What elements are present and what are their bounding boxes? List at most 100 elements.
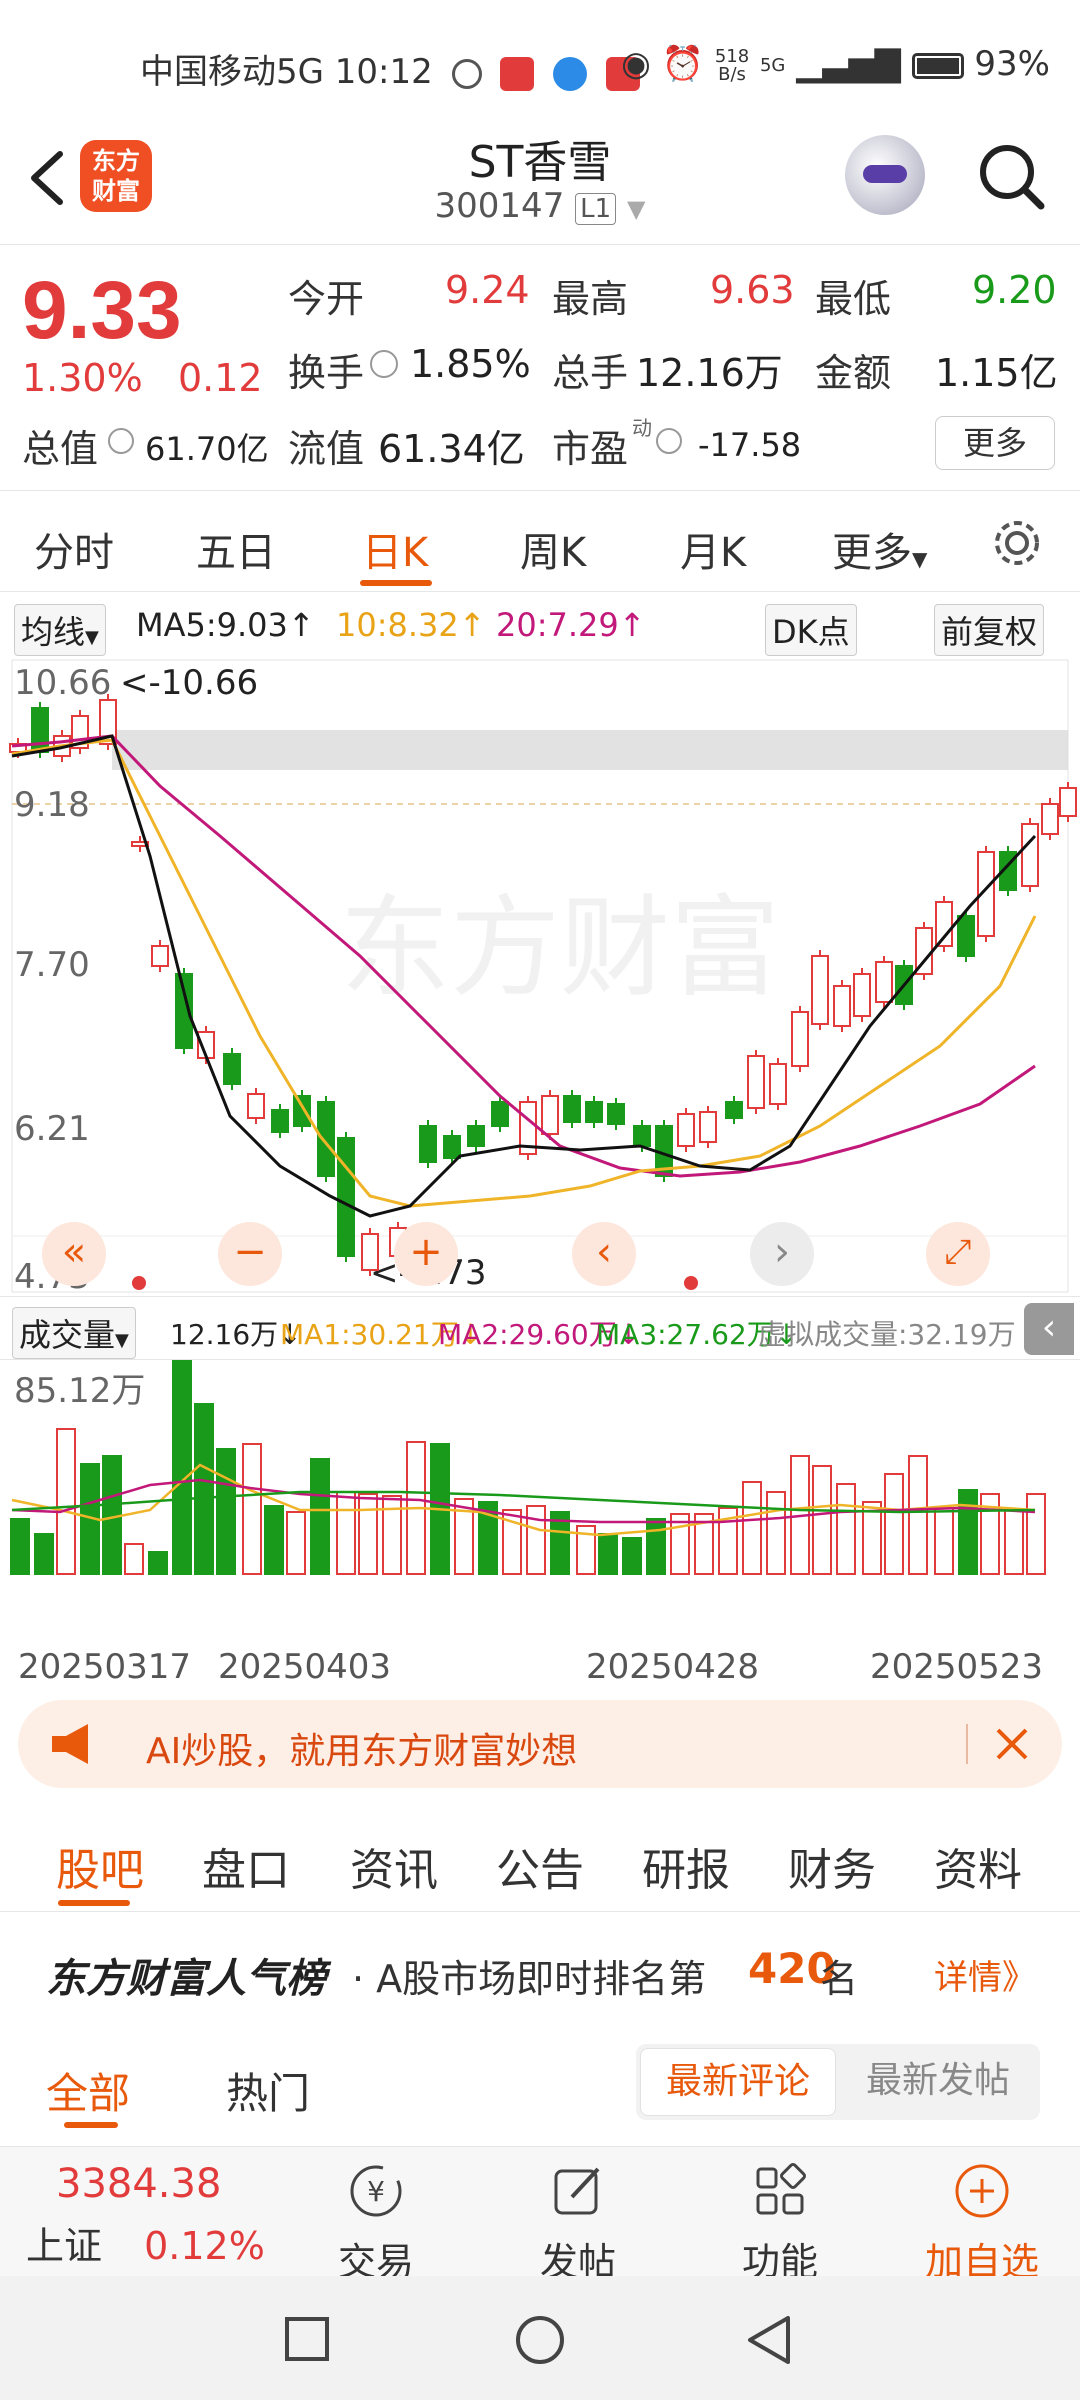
volume-bar [1004, 1509, 1024, 1575]
status-right: ◉ ⏰ 518 B/s 5G ▁▃▅▇ 93% [621, 44, 1050, 84]
tab-all[interactable]: 全部 [46, 2060, 130, 2121]
collapse-panel-icon[interactable]: ‹ [1024, 1303, 1074, 1355]
mktcap-label: 总值 [22, 427, 99, 471]
price-change: 0.12 [178, 356, 263, 400]
ai-banner[interactable]: AI炒股，就用东方财富妙想 [18, 1700, 1062, 1788]
ai-robot-avatar[interactable] [845, 135, 925, 215]
kline-chart[interactable]: 东方财富 10.66 9.18 7.70 6.21 4.73 <-10.66 <… [0, 656, 1080, 1297]
event-dot[interactable] [684, 1276, 698, 1290]
recent-apps-icon[interactable] [284, 2316, 330, 2362]
dk-label: DK点 [772, 613, 850, 651]
tab-profile[interactable]: 资料 [934, 1834, 1022, 1898]
ma-toggle[interactable]: 均线▼ [14, 604, 106, 656]
volume-bar [358, 1493, 378, 1575]
zoom-in-icon[interactable]: + [394, 1222, 458, 1286]
candle-body [875, 961, 893, 1003]
yuan-icon: ¥ [350, 2165, 402, 2217]
date-label-1: 20250317 [18, 1647, 191, 1686]
tab-weekly-k[interactable]: 周K [520, 520, 586, 578]
indicator-selector[interactable]: 成交量▼ [12, 1307, 136, 1359]
grid-icon [756, 2163, 806, 2215]
sort-latest-post[interactable]: 最新发帖 [840, 2048, 1036, 2116]
add-watchlist-button[interactable]: 加自选 [912, 2161, 1052, 2286]
info-icon-3[interactable] [656, 428, 682, 454]
alarm-icon: ⏰ [661, 44, 704, 84]
search-icon[interactable] [975, 140, 1047, 212]
tab-news[interactable]: 资讯 [350, 1834, 438, 1898]
open-value: 9.24 [445, 268, 530, 312]
trade-button[interactable]: ¥ 交易 [306, 2161, 446, 2286]
function-button[interactable]: 功能 [710, 2161, 850, 2286]
index-pct: 0.12% [144, 2224, 265, 2268]
post-button[interactable]: 发帖 [508, 2161, 648, 2286]
resistance-band [112, 730, 1068, 770]
y-label-3: 7.70 [14, 945, 90, 985]
tab-daily-k[interactable]: 日K [362, 520, 428, 578]
home-icon[interactable] [514, 2314, 566, 2366]
move-right-icon[interactable]: › [750, 1222, 814, 1286]
battery-icon [911, 52, 964, 79]
max-marker: <-10.66 [120, 663, 258, 703]
tab-announcement[interactable]: 公告 [496, 1834, 584, 1898]
tab-monthly-k[interactable]: 月K [680, 520, 746, 578]
fullscreen-icon[interactable]: ⤢ [926, 1222, 990, 1286]
move-left-icon[interactable]: ‹ [572, 1222, 636, 1286]
volume-bar [836, 1483, 856, 1575]
tab-research[interactable]: 研报 [642, 1834, 730, 1898]
back-icon[interactable] [744, 2314, 794, 2366]
virtual-volume: 虚拟成交量:32.19万 [758, 1318, 1016, 1351]
bottom-toolbar: 3384.38 上证 0.12% ¥ 交易 发帖 功能 加自选 [0, 2146, 1080, 2284]
tab-hot[interactable]: 热门 [226, 2060, 310, 2121]
candle-body [443, 1135, 461, 1159]
tab-more[interactable]: 更多▼ [832, 520, 927, 578]
candle-body [633, 1125, 651, 1147]
index-ticker[interactable]: 3384.38 上证 0.12% [26, 2161, 286, 2270]
volume-label: 总手 [552, 351, 629, 395]
event-dot[interactable] [132, 1276, 146, 1290]
tab-more-label: 更多 [832, 530, 912, 576]
candle-body [467, 1125, 485, 1147]
tab-intraday[interactable]: 分时 [34, 520, 114, 578]
caret-down-icon: ▼ [912, 547, 928, 571]
eye-icon: ◉ [621, 44, 651, 84]
candle-body [853, 973, 871, 1017]
info-icon[interactable] [370, 350, 398, 378]
more-button[interactable]: 更多 [935, 416, 1055, 470]
info-icon-2[interactable] [108, 428, 134, 454]
battery-label: 93% [974, 44, 1050, 84]
vol-y-max: 85.12万 [14, 1371, 145, 1411]
ma-row: 均线▼ MA5:9.03↑ 10:8.32↑ 20:7.29↑ DK点 前复权 [0, 596, 1080, 656]
tab-pankou[interactable]: 盘口 [202, 1834, 290, 1898]
candle-body [791, 1011, 809, 1067]
net-speed-unit: B/s [718, 63, 746, 85]
detail-link[interactable]: 详情》 [934, 1950, 1036, 1999]
open-label: 今开 [288, 277, 365, 321]
scroll-left-fast-icon[interactable]: « [42, 1222, 106, 1286]
popularity-rank-row[interactable]: 东方财富人气榜 · A股市场即时排名第 420 名 详情》 [0, 1920, 1080, 2020]
adjust-button[interactable]: 前复权 [934, 604, 1045, 656]
volume-chart[interactable]: 成交量▼ 12.16万↓ MA1:30.21万↓ MA2:29.60万↓ MA3… [0, 1296, 1080, 1686]
close-icon[interactable] [988, 1720, 1036, 1768]
gear-icon[interactable] [990, 516, 1044, 570]
candle-body [317, 1101, 335, 1177]
svg-text:¥: ¥ [367, 2175, 385, 2208]
candle-body [607, 1103, 625, 1125]
tab-finance[interactable]: 财务 [788, 1834, 876, 1898]
candle-body [491, 1101, 509, 1127]
tab-five-day[interactable]: 五日 [196, 520, 276, 578]
mktcap-value: 61.70亿 [145, 430, 269, 468]
volume-bar [264, 1505, 284, 1575]
sort-latest-comment[interactable]: 最新评论 [640, 2048, 836, 2116]
tab-guba[interactable]: 股吧 [56, 1834, 144, 1898]
float-value: 61.34亿 [378, 427, 525, 471]
ma5-value: MA5:9.03↑ [136, 606, 315, 644]
float-label: 流值 [288, 427, 365, 471]
circle-icon [451, 58, 482, 89]
kline-svg: 东方财富 10.66 9.18 7.70 6.21 4.73 <-10.66 <… [9, 659, 1077, 1297]
candle-body [223, 1053, 241, 1085]
zoom-out-icon[interactable]: − [218, 1222, 282, 1286]
dk-point-toggle[interactable]: DK点 [765, 604, 857, 656]
volume-bar [194, 1403, 214, 1575]
amount-value: 1.15亿 [935, 351, 1058, 395]
current-price: 9.33 [22, 265, 182, 356]
